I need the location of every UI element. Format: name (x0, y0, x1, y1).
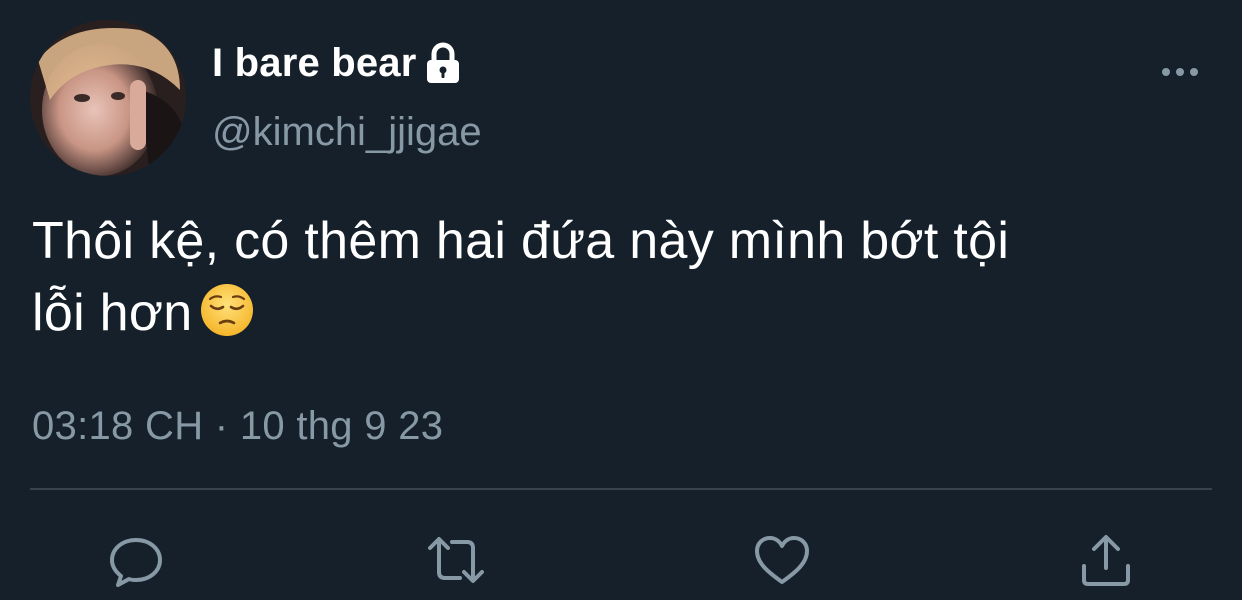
tweet-date: 10 thg 9 23 (239, 404, 444, 448)
retweet-button[interactable] (424, 528, 488, 592)
reply-icon (104, 528, 168, 592)
tweet-text-line-1: Thôi kệ, có thêm hai đứa này mình bớt tộ… (32, 212, 1010, 270)
tweet-text: Thôi kệ, có thêm hai đứa này mình bớt tộ… (32, 205, 1212, 349)
meta-separator: · (203, 404, 240, 448)
tweet-text-line-2: lỗi hơn (32, 277, 1212, 349)
display-name[interactable]: I bare bear (212, 41, 417, 86)
lock-icon (423, 41, 463, 85)
pensive-face-emoji (199, 282, 255, 338)
tweet-text-line-2-text: lỗi hơn (32, 284, 193, 342)
tweet-detail: I bare bear @kimchi_jjigae Thôi kệ, có t… (0, 0, 1242, 600)
more-icon[interactable] (1158, 62, 1202, 82)
tweet-time: 03:18 CH (32, 404, 204, 448)
tweet-timestamp[interactable]: 03:18 CH · 10 thg 9 23 (32, 404, 443, 449)
divider (30, 488, 1212, 490)
share-icon (1074, 528, 1138, 592)
author-handle[interactable]: @kimchi_jjigae (212, 110, 482, 155)
retweet-icon (424, 528, 488, 592)
avatar[interactable] (30, 20, 186, 176)
author-name-row: I bare bear (212, 38, 463, 88)
heart-icon (750, 528, 814, 592)
reply-button[interactable] (104, 528, 168, 592)
share-button[interactable] (1074, 528, 1138, 592)
like-button[interactable] (750, 528, 814, 592)
